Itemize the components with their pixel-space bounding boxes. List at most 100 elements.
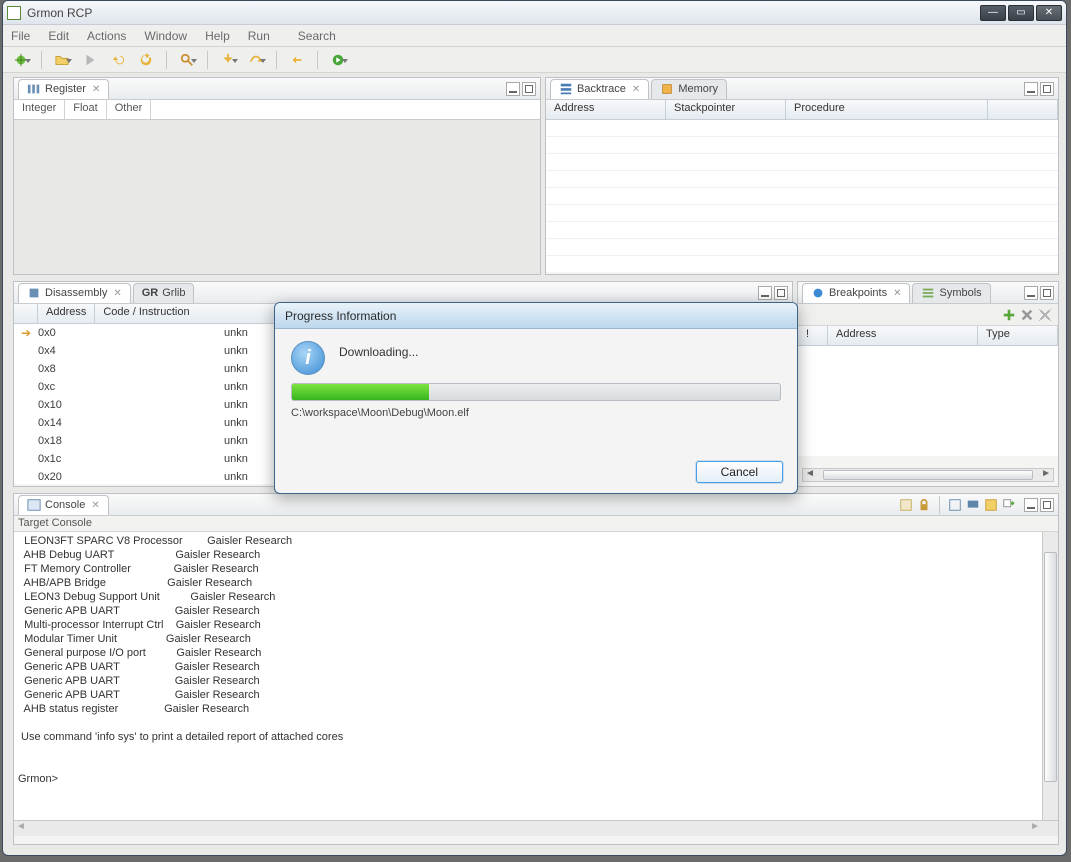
maximize-view-icon[interactable] bbox=[1040, 286, 1054, 300]
column-procedure[interactable]: Procedure bbox=[786, 100, 988, 119]
progress-path: C:\workspace\Moon\Debug\Moon.elf bbox=[275, 401, 797, 425]
close-icon[interactable]: ✕ bbox=[893, 288, 901, 299]
column-stackpointer[interactable]: Stackpointer bbox=[666, 100, 786, 119]
column-type[interactable]: Type bbox=[978, 326, 1058, 345]
tab-disassembly[interactable]: Disassembly ✕ bbox=[18, 283, 131, 303]
close-button[interactable]: ✕ bbox=[1036, 5, 1062, 21]
horizontal-scrollbar[interactable] bbox=[802, 468, 1054, 482]
maximize-view-icon[interactable] bbox=[774, 286, 788, 300]
menu-edit[interactable]: Edit bbox=[48, 29, 69, 43]
console-icon bbox=[27, 498, 41, 512]
breakpoints-grid bbox=[798, 346, 1058, 456]
address-cell: 0x4 bbox=[38, 345, 224, 357]
remove-icon[interactable] bbox=[1020, 308, 1034, 322]
tab-register[interactable]: Register ✕ bbox=[18, 79, 109, 99]
column-enabled[interactable]: ! bbox=[798, 326, 828, 345]
address-cell: 0x10 bbox=[38, 399, 224, 411]
menu-search[interactable]: Search bbox=[298, 29, 336, 43]
tab-memory[interactable]: Memory bbox=[651, 79, 727, 99]
console-subtitle: Target Console bbox=[14, 516, 1058, 532]
progress-fill bbox=[292, 384, 429, 400]
app-icon bbox=[7, 6, 21, 20]
separator bbox=[939, 496, 940, 514]
column-address[interactable]: Address bbox=[38, 304, 95, 323]
minimize-view-icon[interactable] bbox=[758, 286, 772, 300]
address-cell: 0x20 bbox=[38, 471, 224, 483]
subtab-other[interactable]: Other bbox=[107, 100, 152, 119]
clear-console-icon[interactable] bbox=[899, 498, 913, 512]
play-icon[interactable] bbox=[78, 49, 102, 71]
debug-icon[interactable] bbox=[9, 49, 33, 71]
subtab-float[interactable]: Float bbox=[65, 100, 106, 119]
horizontal-scrollbar[interactable] bbox=[14, 820, 1058, 836]
tab-breakpoints[interactable]: Breakpoints ✕ bbox=[802, 283, 910, 303]
maximize-view-icon[interactable] bbox=[522, 82, 536, 96]
menu-window[interactable]: Window bbox=[144, 29, 187, 43]
tab-symbols[interactable]: Symbols bbox=[912, 283, 990, 303]
step-over-icon[interactable] bbox=[244, 49, 268, 71]
cancel-button[interactable]: Cancel bbox=[696, 461, 783, 483]
tab-label: Grlib bbox=[162, 287, 185, 299]
minimize-view-icon[interactable] bbox=[506, 82, 520, 96]
close-icon[interactable]: ✕ bbox=[91, 500, 99, 511]
remove-all-icon[interactable] bbox=[1038, 308, 1052, 322]
lock-scroll-icon[interactable] bbox=[917, 498, 931, 512]
backtrace-grid bbox=[546, 120, 1058, 272]
close-icon[interactable]: ✕ bbox=[632, 84, 640, 95]
tab-label: Backtrace bbox=[577, 83, 626, 95]
subtab-integer[interactable]: Integer bbox=[14, 100, 65, 119]
open-console-icon[interactable] bbox=[984, 498, 998, 512]
menu-actions[interactable]: Actions bbox=[87, 29, 126, 43]
menu-run[interactable]: Run bbox=[248, 29, 270, 43]
tab-grlib[interactable]: GR Grlib bbox=[133, 283, 195, 303]
pin-icon[interactable] bbox=[948, 498, 962, 512]
column-address[interactable]: Address bbox=[828, 326, 978, 345]
address-cell: 0x0 bbox=[38, 327, 224, 339]
new-console-icon[interactable] bbox=[1002, 498, 1016, 512]
minimize-view-icon[interactable] bbox=[1024, 286, 1038, 300]
stack-icon bbox=[559, 82, 573, 96]
tab-label: Disassembly bbox=[45, 287, 107, 299]
dialog-message: Downloading... bbox=[339, 341, 418, 375]
separator bbox=[41, 51, 42, 69]
close-icon[interactable]: ✕ bbox=[92, 84, 100, 95]
maximize-view-icon[interactable] bbox=[1040, 498, 1054, 512]
minimize-button[interactable]: — bbox=[980, 5, 1006, 21]
run-last-icon[interactable] bbox=[326, 49, 350, 71]
menu-bar: File Edit Actions Window Help Run Search bbox=[3, 25, 1066, 47]
chip-icon bbox=[27, 286, 41, 300]
minimize-view-icon[interactable] bbox=[1024, 82, 1038, 96]
menu-file[interactable]: File bbox=[11, 29, 30, 43]
address-cell: 0x18 bbox=[38, 435, 224, 447]
maximize-button[interactable]: ▭ bbox=[1008, 5, 1034, 21]
console-panel: Console ✕ Target Console LEON3FT SPARC V… bbox=[13, 493, 1059, 845]
progress-bar bbox=[291, 383, 781, 401]
console-body[interactable]: LEON3FT SPARC V8 Processor Gaisler Resea… bbox=[14, 532, 1058, 820]
tab-label: Memory bbox=[678, 83, 718, 95]
minimize-view-icon[interactable] bbox=[1024, 498, 1038, 512]
close-icon[interactable]: ✕ bbox=[113, 288, 121, 299]
column-marker bbox=[14, 304, 38, 323]
step-return-icon[interactable] bbox=[285, 49, 309, 71]
open-folder-icon[interactable] bbox=[50, 49, 74, 71]
address-cell: 0x14 bbox=[38, 417, 224, 429]
undo-icon[interactable] bbox=[106, 49, 130, 71]
register-panel: Register ✕ Integer Float Other bbox=[13, 77, 541, 275]
menu-help[interactable]: Help bbox=[205, 29, 230, 43]
separator bbox=[276, 51, 277, 69]
display-icon[interactable] bbox=[966, 498, 980, 512]
console-text: LEON3FT SPARC V8 Processor Gaisler Resea… bbox=[18, 534, 1054, 786]
tab-backtrace[interactable]: Backtrace ✕ bbox=[550, 79, 649, 99]
step-into-icon[interactable] bbox=[216, 49, 240, 71]
address-cell: 0x8 bbox=[38, 363, 224, 375]
tab-console[interactable]: Console ✕ bbox=[18, 495, 109, 515]
column-address[interactable]: Address bbox=[546, 100, 666, 119]
separator bbox=[166, 51, 167, 69]
search-icon[interactable] bbox=[175, 49, 199, 71]
add-icon[interactable] bbox=[1002, 308, 1016, 322]
main-toolbar bbox=[3, 47, 1066, 73]
vertical-scrollbar[interactable] bbox=[1042, 532, 1058, 820]
dialog-title: Progress Information bbox=[275, 303, 797, 329]
maximize-view-icon[interactable] bbox=[1040, 82, 1054, 96]
refresh-icon[interactable] bbox=[134, 49, 158, 71]
